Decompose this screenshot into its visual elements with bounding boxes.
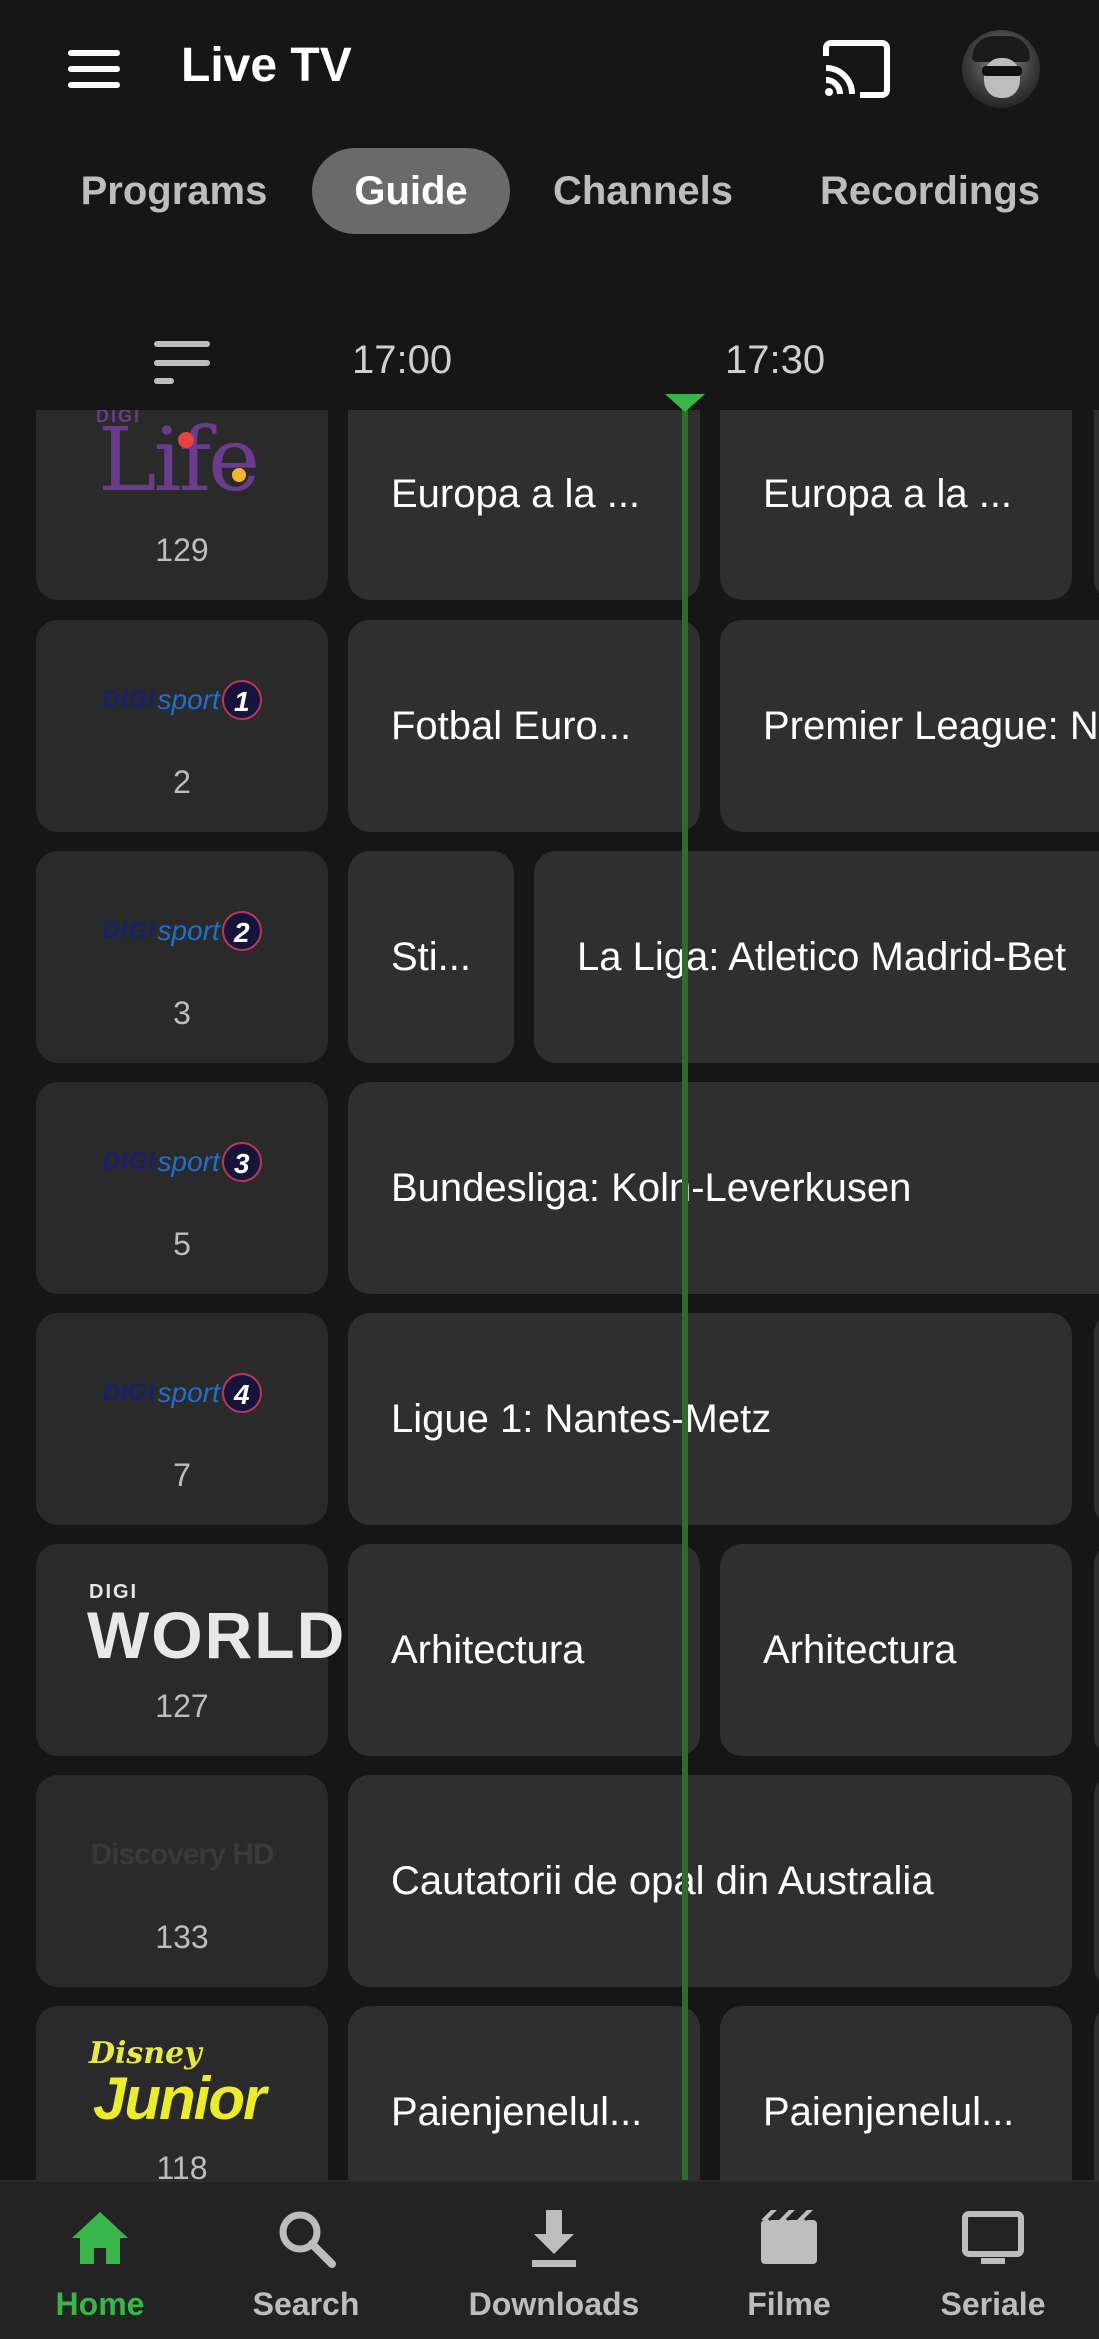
channel-number: 133	[155, 1919, 209, 1955]
cast-icon[interactable]	[820, 38, 892, 100]
program-title: Arhitectura	[763, 1628, 957, 1672]
guide-row: DIGI WORLD 127 Arhitectura Arhitectura	[0, 1544, 1099, 1756]
program-cell[interactable]: Sti...	[348, 851, 514, 1063]
program-title: Sti...	[391, 935, 472, 979]
home-icon	[68, 2206, 132, 2270]
channel-number: 7	[173, 1457, 191, 1493]
program-title: Europa a la ...	[391, 472, 641, 516]
program-cell[interactable]	[1094, 410, 1099, 600]
discovery-hd-logo: Discovery HD	[90, 1838, 274, 1871]
time-slot-label: 17:00	[352, 338, 453, 382]
channel-number: 5	[173, 1226, 191, 1262]
guide-grid: DIGI Life 129 Europa a la ... Europa a l…	[0, 410, 1099, 2180]
channel-number: 127	[155, 1688, 209, 1724]
nav-seriale[interactable]: Seriale	[913, 2182, 1073, 2339]
digi-sport-4-logo: DIGI sport 4	[36, 1343, 328, 1443]
digi-life-logo: DIGI Life	[96, 410, 260, 511]
program-title: La Liga: Atletico Madrid-Bet	[577, 935, 1067, 979]
program-title: Premier League: N	[763, 704, 1099, 748]
tv-icon	[961, 2206, 1025, 2270]
guide-row: DIGI Life 129 Europa a la ... Europa a l…	[0, 410, 1099, 600]
nav-home[interactable]: Home	[20, 2182, 180, 2339]
program-title: Arhitectura	[391, 1628, 585, 1672]
digi-sport-3-logo: DIGI sport 3	[36, 1112, 328, 1212]
channel-number: 118	[156, 2150, 208, 2180]
program-cell[interactable]: Premier League: N	[720, 620, 1099, 832]
top-app-bar: Live TV	[0, 0, 1099, 135]
program-title: Ligue 1: Nantes-Metz	[391, 1397, 772, 1441]
program-cell[interactable]	[1094, 1775, 1099, 1987]
live-tv-screen: Live TV Programs Guide Channels Recordin…	[0, 0, 1099, 2339]
movie-icon	[757, 2206, 821, 2270]
program-cell[interactable]: Europa a la ...	[720, 410, 1072, 600]
program-title: Bundesliga: Koln-Leverkusen	[391, 1166, 912, 1210]
program-cell[interactable]: Europa a la ...	[348, 410, 700, 600]
digi-world-logo: DIGI WORLD	[87, 1581, 347, 1672]
time-slot-label: 17:30	[725, 338, 826, 382]
channel-card[interactable]: DIGI sport 4 7	[36, 1313, 328, 1525]
nav-search[interactable]: Search	[226, 2182, 386, 2339]
channel-card[interactable]: DIGI WORLD 127	[36, 1544, 347, 1756]
program-cell[interactable]: Arhitectura	[720, 1544, 1072, 1756]
program-cell[interactable]	[1094, 2006, 1099, 2180]
channel-card[interactable]: DIGI sport 1 2	[36, 620, 328, 832]
tab-programs[interactable]: Programs	[58, 148, 290, 234]
program-title: Europa a la ...	[763, 472, 1013, 516]
download-icon	[522, 2206, 586, 2270]
program-title: Fotbal Euro...	[391, 704, 632, 748]
guide-row: DIGI sport 2 3 Sti... La Liga: Atletico Ma…	[0, 851, 1099, 1063]
channel-number: 2	[173, 764, 191, 800]
program-cell[interactable]	[1094, 1544, 1099, 1756]
channel-card[interactable]: DIGI Life 129	[36, 410, 328, 600]
program-title: Paienjenelul...	[763, 2090, 1015, 2134]
nav-downloads[interactable]: Downloads	[454, 2182, 654, 2339]
program-title: Paienjenelul...	[391, 2090, 643, 2134]
nav-label: Filme	[747, 2286, 831, 2322]
tab-bar: Programs Guide Channels Recordings	[0, 148, 1099, 236]
search-icon	[274, 2206, 338, 2270]
program-title: Cautatorii de opal din Australia	[391, 1859, 934, 1903]
tab-guide[interactable]: Guide	[312, 148, 510, 234]
sort-icon[interactable]	[154, 340, 210, 384]
program-cell[interactable]: Cautatorii de opal din Australia	[348, 1775, 1072, 1987]
channel-number: 129	[155, 532, 209, 568]
nav-label: Seriale	[940, 2286, 1046, 2322]
program-cell[interactable]	[1094, 1313, 1099, 1525]
program-cell[interactable]: Paienjenelul...	[348, 2006, 700, 2180]
guide-row: Disney Junior 118 Paienjenelul... Paienj…	[0, 2006, 1099, 2180]
digi-sport-1-logo: DIGI sport 1	[36, 650, 328, 750]
tab-channels[interactable]: Channels	[532, 148, 754, 234]
current-time-marker	[665, 394, 705, 412]
channel-card[interactable]: DIGI sport 2 3	[36, 851, 328, 1063]
program-cell[interactable]: Ligue 1: Nantes-Metz	[348, 1313, 1072, 1525]
user-avatar[interactable]	[962, 30, 1040, 108]
guide-row: DIGI sport 3 5 Bundesliga: Koln-Leverkusen	[0, 1082, 1099, 1294]
digi-sport-2-logo: DIGI sport 2	[36, 881, 328, 981]
guide-row: DIGI sport 1 2 Fotbal Euro... Premier Leag…	[0, 620, 1099, 832]
program-cell[interactable]: Arhitectura	[348, 1544, 700, 1756]
timeline-header: 17:00 17:30	[0, 320, 1099, 410]
channel-card[interactable]: Discovery HD 133	[36, 1775, 328, 1987]
page-title: Live TV	[181, 39, 352, 92]
bottom-navigation: Home Search Downloads Filme Seriale	[0, 2180, 1099, 2339]
nav-filme[interactable]: Filme	[709, 2182, 869, 2339]
channel-card[interactable]: Disney Junior 118	[36, 2006, 328, 2180]
guide-row: DIGI sport 4 7 Ligue 1: Nantes-Metz	[0, 1313, 1099, 1525]
channel-number: 3	[173, 995, 191, 1031]
disney-junior-logo: Disney Junior	[89, 2036, 266, 2132]
program-cell[interactable]: Fotbal Euro...	[348, 620, 700, 832]
program-cell[interactable]: Paienjenelul...	[720, 2006, 1072, 2180]
nav-label: Home	[55, 2286, 145, 2322]
menu-icon[interactable]	[66, 48, 122, 90]
program-cell[interactable]: La Liga: Atletico Madrid-Bet	[534, 851, 1099, 1063]
nav-label: Downloads	[468, 2286, 640, 2322]
tab-recordings[interactable]: Recordings	[790, 148, 1070, 234]
nav-label: Search	[252, 2286, 360, 2322]
current-time-line	[682, 398, 688, 2180]
program-cell[interactable]: Bundesliga: Koln-Leverkusen	[348, 1082, 1099, 1294]
channel-card[interactable]: DIGI sport 3 5	[36, 1082, 328, 1294]
guide-row: Discovery HD 133 Cautatorii de opal din …	[0, 1775, 1099, 1987]
